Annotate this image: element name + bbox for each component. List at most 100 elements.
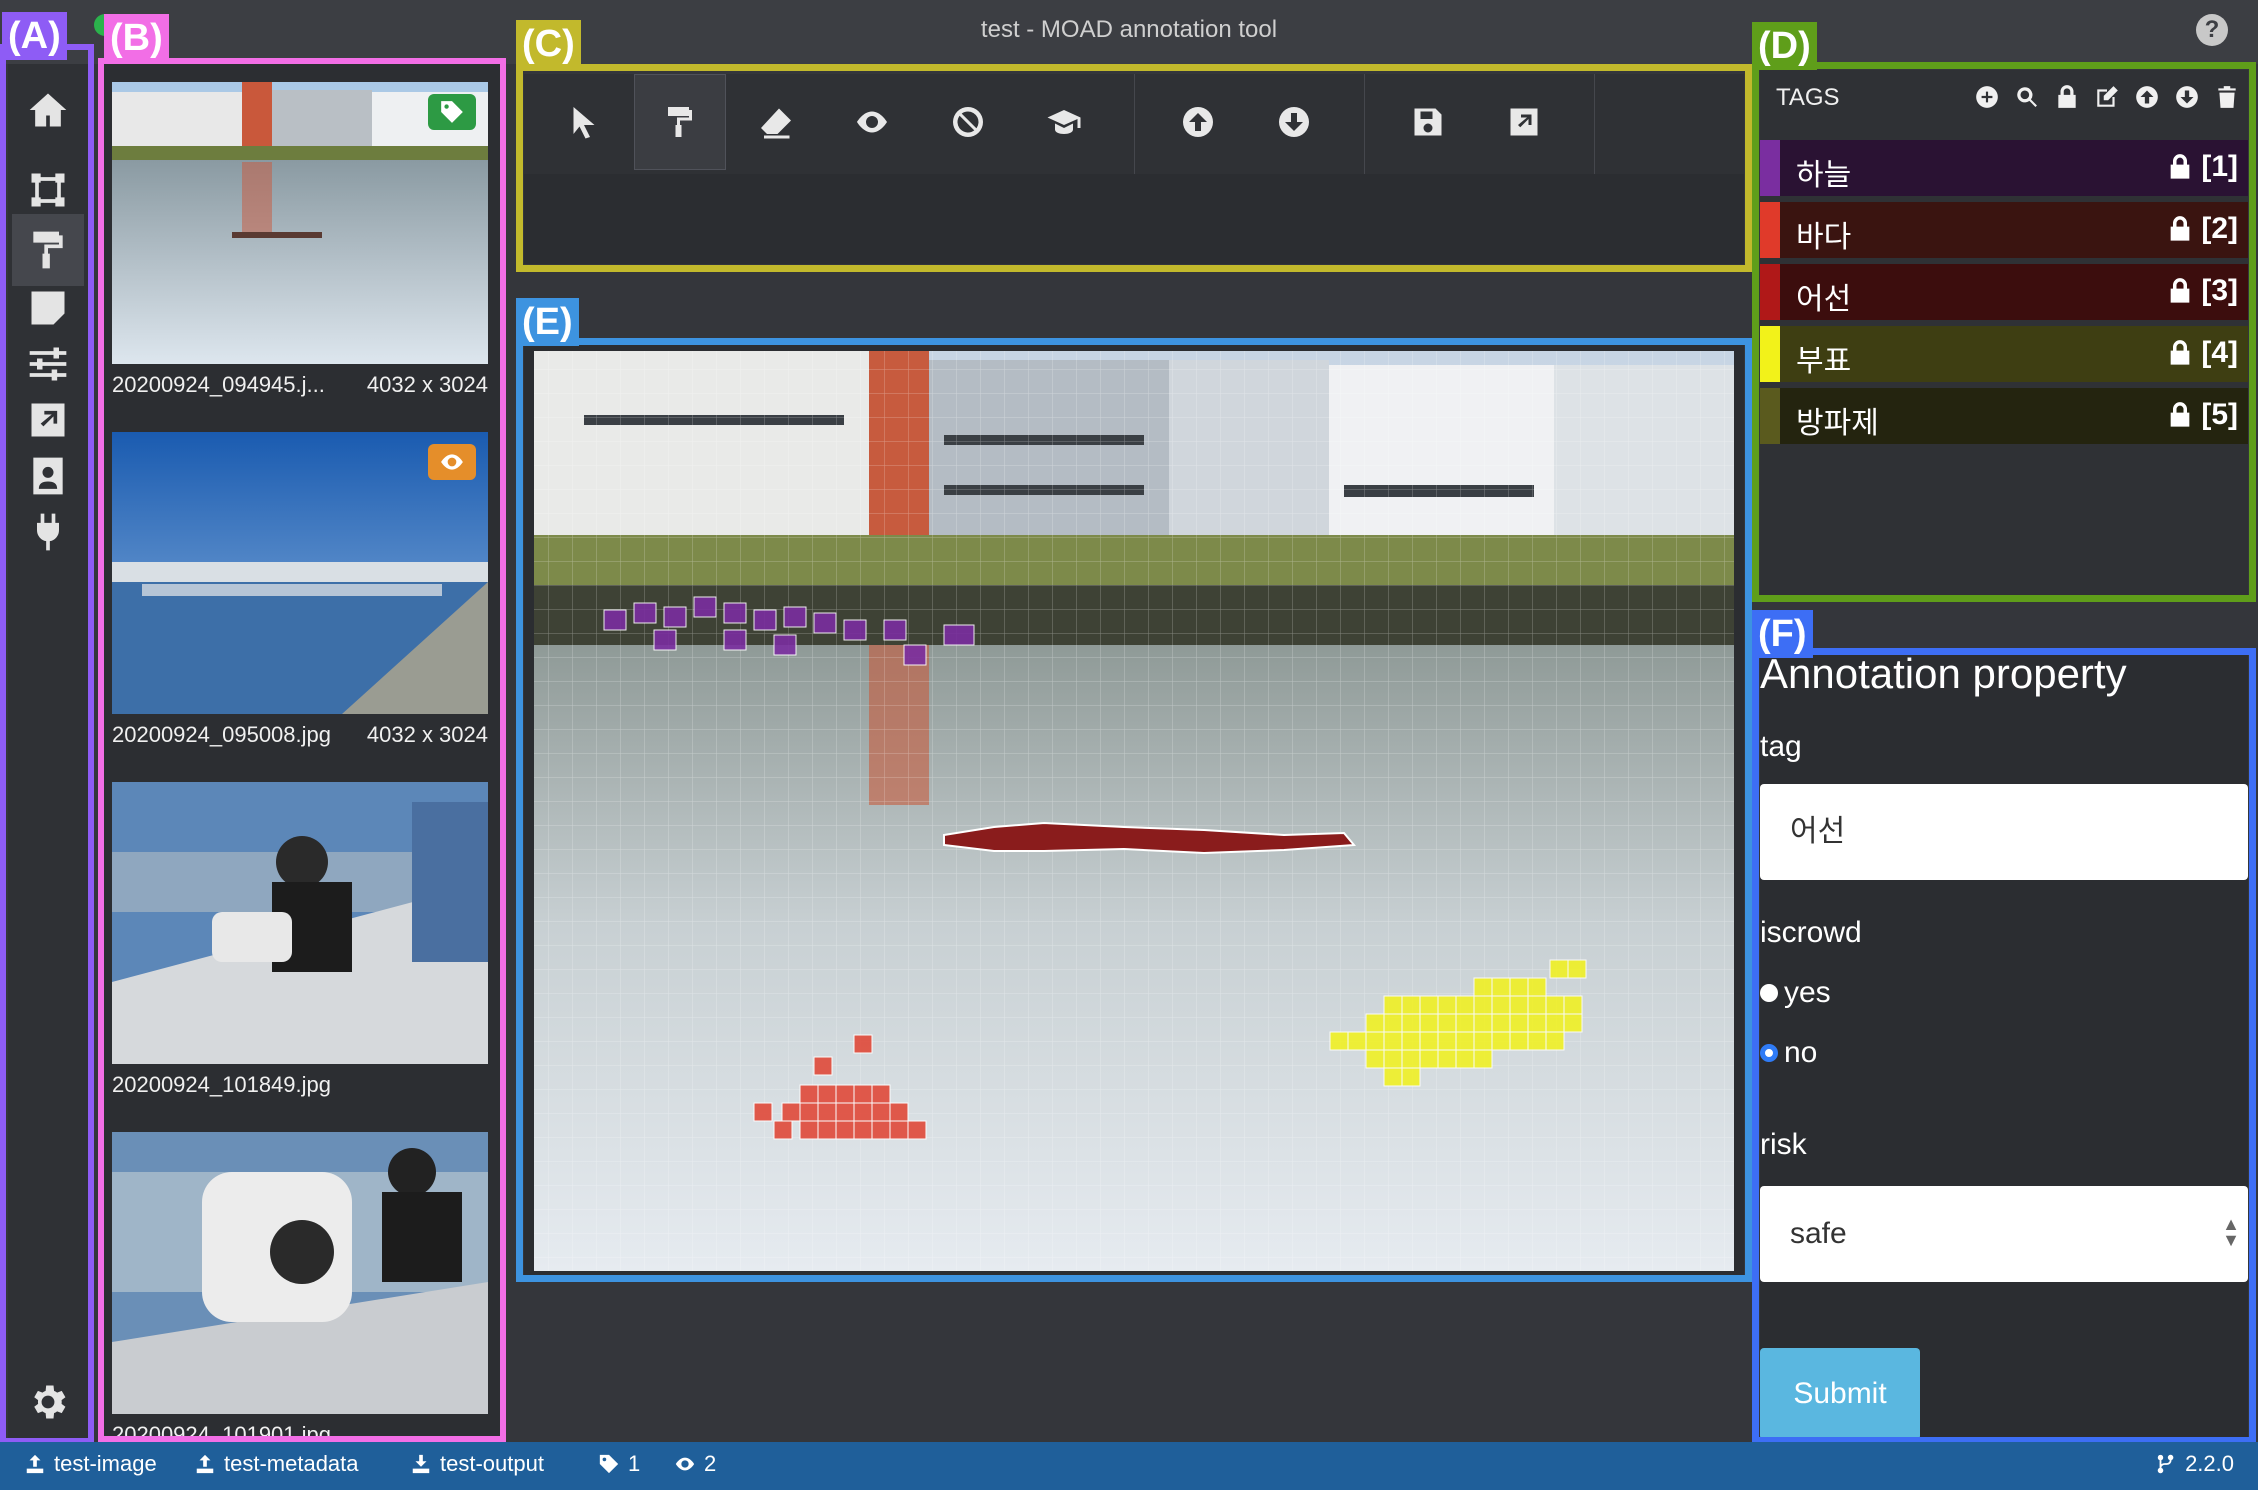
lock-icon [2170,278,2190,303]
title-bar: test - MOAD annotation tool ? [0,0,2258,64]
buoy-cell [1563,995,1583,1015]
region-c-label: (C) [516,20,581,68]
move-tag-down-button[interactable] [2172,82,2202,112]
annotation-canvas[interactable] [524,345,1744,1275]
move-tag-up-button[interactable] [2132,82,2162,112]
note-icon [31,291,65,325]
tag-input[interactable]: 어선 [1760,784,2248,880]
previous-image-button[interactable] [1152,74,1244,170]
image-filename: 20200924_101901.jpg [112,1422,332,1438]
sea-cell [799,1084,819,1104]
sea-cell [853,1084,873,1104]
user-badge-icon [33,457,63,495]
buoy-cell [1365,1013,1385,1033]
save-button[interactable] [1382,74,1474,170]
train-tool-button[interactable] [1018,74,1110,170]
ban-icon [953,107,983,137]
tag-color-swatch [1760,140,1780,196]
lock-icon [2058,85,2076,108]
select-tool-button[interactable] [538,74,630,170]
status-text: 2 [704,1451,717,1476]
image-dimensions: 4032 x 3024 [366,372,488,397]
eye-icon [441,454,463,470]
brush-tool-button[interactable] [634,74,726,170]
visible-badge [428,444,476,480]
tag-item[interactable]: 어선 [3] [1760,264,2248,320]
lock-tag-button[interactable] [2052,82,2082,112]
buoy-cell [1527,1013,1547,1033]
buoy-cell [1563,1013,1583,1033]
ignore-tool-button[interactable] [922,74,1014,170]
buoy-cell [1347,1031,1367,1051]
tag-lock-toggle[interactable] [2166,214,2194,244]
output-target-status[interactable]: test-output [410,1451,544,1477]
radio-label: yes [1784,976,1831,1009]
window-title: test - MOAD annotation tool [980,16,1278,43]
region-f-label: (F) [1752,610,1813,658]
search-icon [2017,87,2037,107]
nav-home[interactable] [12,74,84,146]
next-image-button[interactable] [1248,74,1340,170]
home-icon [29,93,67,127]
tag-item[interactable]: 방파제 [5] [1760,388,2248,444]
buoy-cell [1509,995,1529,1015]
search-tag-button[interactable] [2012,82,2042,112]
buoy-cell [1527,977,1547,997]
tag-lock-toggle[interactable] [2166,338,2194,368]
sea-cell [817,1102,837,1122]
image-list-item[interactable]: 20200924_094945.j... 4032 x 3024 [112,82,488,402]
status-bar: test-image test-metadata test-output 1 2… [0,1442,2258,1490]
buoy-cell [1401,1067,1421,1087]
buoy-cell [1401,995,1421,1015]
tag-item[interactable]: 바다 [2] [1760,202,2248,258]
submit-button[interactable]: Submit [1760,1348,1920,1440]
tag-lock-toggle[interactable] [2166,400,2194,430]
tag-lock-toggle[interactable] [2166,152,2194,182]
sea-cell [871,1084,891,1104]
risk-select[interactable]: safe ▲ ▼ [1760,1186,2248,1282]
buoy-cell [1491,1013,1511,1033]
buoy-cell [1437,995,1457,1015]
add-tag-button[interactable] [1972,82,2002,112]
tag-item[interactable]: 부표 [4] [1760,326,2248,382]
image-list-item[interactable]: 20200924_095008.jpg 4032 x 3024 [112,432,488,752]
status-text: 1 [628,1451,641,1476]
iscrowd-yes-radio[interactable]: yes [1760,976,1831,1010]
iscrowd-no-radio[interactable]: no [1760,1036,1817,1070]
tag-color-swatch [1760,264,1780,320]
image-caption: 20200924_094945.j... 4032 x 3024 [112,372,488,398]
select-arrows-icon: ▲ ▼ [2222,1214,2240,1250]
lock-icon [2170,154,2190,179]
eraser-tool-button[interactable] [730,74,822,170]
image-source-status[interactable]: test-image [24,1451,157,1477]
tag-item[interactable]: 하늘 [1] [1760,140,2248,196]
toolbar-divider [1134,74,1135,174]
delete-tag-button[interactable] [2212,82,2242,112]
help-icon[interactable]: ? [2196,14,2228,46]
annotation-property-panel: Annotation property tag 어선 iscrowd yes n… [1760,650,2248,1440]
image-list: 20200924_094945.j... 4032 x 3024 2020092… [100,64,500,1438]
metadata-source-status[interactable]: test-metadata [194,1451,359,1477]
nav-plugins[interactable] [12,496,84,568]
paint-roller-icon [33,231,63,269]
app-window: test - MOAD annotation tool ? 20200924_0… [0,0,2258,1490]
tag-name: 어선 [1796,283,1852,316]
visibility-tool-button[interactable] [826,74,918,170]
buoy-cell [1491,1031,1511,1051]
sea-cell [853,1102,873,1122]
tag-lock-toggle[interactable] [2166,276,2194,306]
export-button[interactable] [1478,74,1570,170]
image-list-item[interactable]: 20200924_101849.jpg [112,782,488,1102]
tag-color-swatch [1760,326,1780,382]
nav-settings[interactable] [12,1366,84,1438]
arrow-up-circle-icon [1183,107,1213,137]
visible-count-status: 2 [674,1451,716,1477]
status-text: test-image [54,1451,157,1476]
region-d-label: (D) [1752,22,1817,70]
tag-icon [441,101,463,123]
tag-name: 방파제 [1796,407,1879,440]
image-list-item[interactable]: 20200924_101901.jpg [112,1132,488,1438]
lock-icon [2170,340,2190,365]
canvas-image[interactable] [524,345,1744,1275]
edit-tag-button[interactable] [2092,82,2122,112]
